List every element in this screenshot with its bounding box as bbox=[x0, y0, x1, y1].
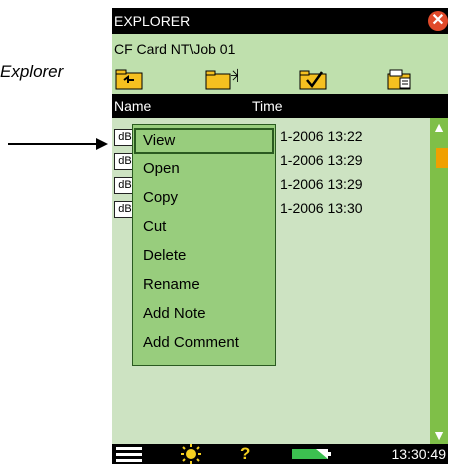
new-folder-icon[interactable]: ✳ bbox=[204, 68, 238, 90]
menu-item-delete[interactable]: Delete bbox=[133, 242, 275, 270]
menu-item-add-note[interactable]: Add Note bbox=[133, 300, 275, 328]
column-name[interactable]: Name bbox=[114, 94, 151, 118]
menu-item-open[interactable]: Open bbox=[133, 155, 275, 183]
backlight-icon[interactable] bbox=[180, 444, 202, 464]
close-icon[interactable]: ✕ bbox=[428, 11, 448, 31]
clock: 13:30:49 bbox=[391, 446, 447, 462]
folder-up-icon[interactable] bbox=[114, 68, 144, 90]
explorer-annotation-label: Explorer bbox=[0, 62, 64, 81]
column-header: Name Time bbox=[112, 94, 448, 118]
window-title: EXPLORER bbox=[114, 13, 191, 29]
current-path: CF Card NT\Job 01 bbox=[114, 41, 236, 57]
select-folder-icon[interactable] bbox=[298, 68, 330, 90]
menu-item-cut[interactable]: Cut bbox=[133, 213, 275, 241]
status-bar: ? 13:30:49 bbox=[112, 444, 448, 464]
title-bar: EXPLORER ✕ bbox=[112, 8, 448, 34]
menu-icon[interactable] bbox=[116, 444, 142, 464]
column-time[interactable]: Time bbox=[252, 94, 283, 118]
scroll-up-icon[interactable]: ▲ bbox=[430, 118, 448, 136]
file-time: 1-2006 13:29 bbox=[280, 176, 363, 192]
device-screen: EXPLORER ✕ CF Card NT\Job 01 ✳ Name Time… bbox=[112, 8, 448, 464]
menu-item-add-comment[interactable]: Add Comment bbox=[133, 329, 275, 357]
scroll-thumb[interactable] bbox=[436, 148, 448, 168]
file-time: 1-2006 13:30 bbox=[280, 200, 363, 216]
file-time: 1-2006 13:22 bbox=[280, 128, 363, 144]
scroll-down-icon[interactable]: ▼ bbox=[430, 426, 448, 444]
folder-properties-icon[interactable] bbox=[386, 68, 416, 90]
scrollbar[interactable]: ▲ ▼ bbox=[430, 118, 448, 444]
menu-item-copy[interactable]: Copy bbox=[133, 184, 275, 212]
menu-item-rename[interactable]: Rename bbox=[133, 271, 275, 299]
path-bar: CF Card NT\Job 01 bbox=[112, 34, 448, 64]
menu-item-view[interactable]: View bbox=[133, 127, 275, 155]
battery-icon bbox=[292, 449, 331, 459]
pointer-arrow bbox=[8, 138, 108, 150]
context-menu: View Open Copy Cut Delete Rename Add Not… bbox=[132, 124, 276, 366]
toolbar: ✳ bbox=[112, 64, 448, 94]
svg-text:✳: ✳ bbox=[230, 68, 238, 86]
help-icon[interactable]: ? bbox=[240, 444, 256, 464]
file-time: 1-2006 13:29 bbox=[280, 152, 363, 168]
